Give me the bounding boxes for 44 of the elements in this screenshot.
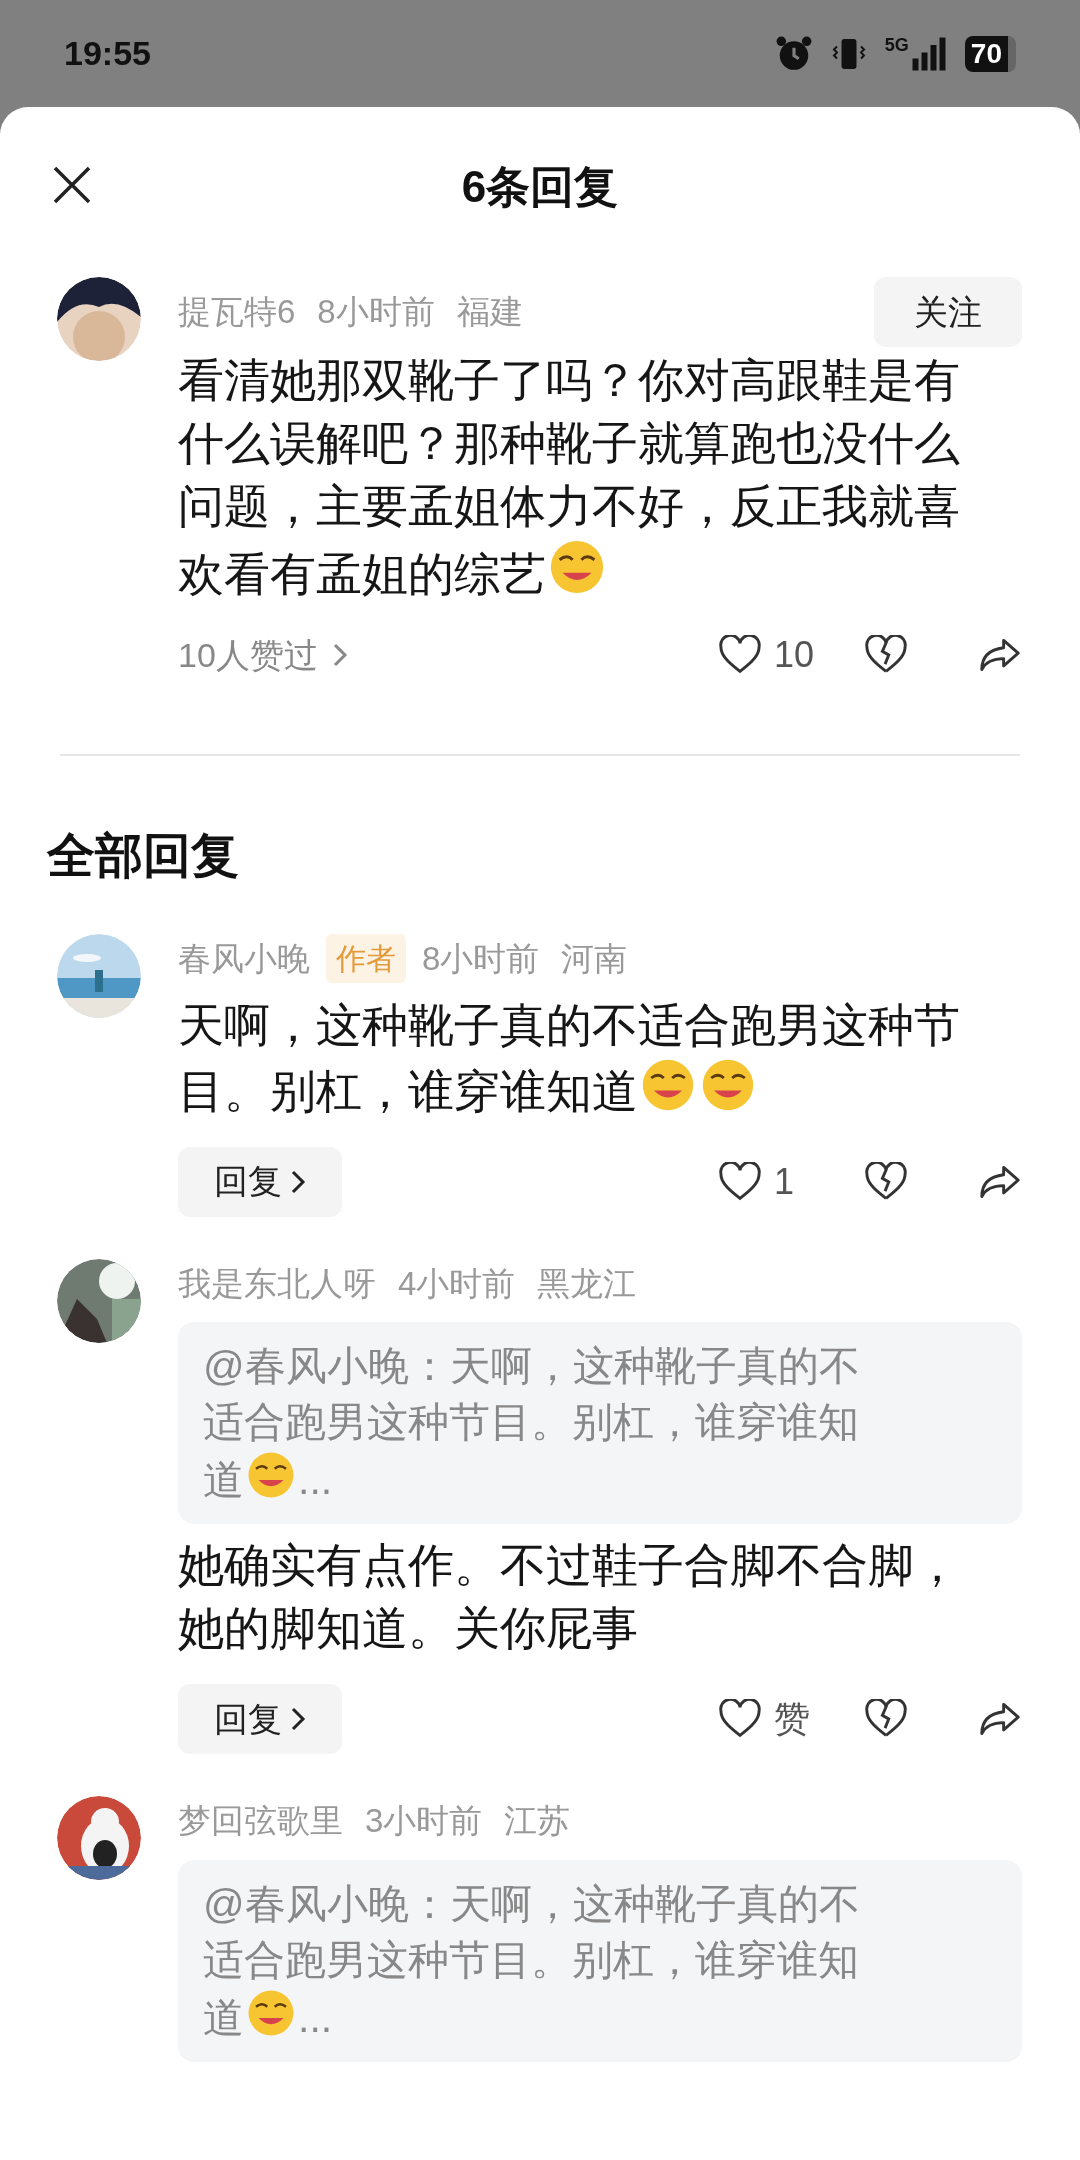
liked-by-link[interactable]: 10人赞过 — [178, 629, 348, 681]
username[interactable]: 梦回弦歌里 — [178, 1796, 343, 1846]
timestamp: 8小时前 — [317, 292, 435, 333]
follow-button[interactable]: 关注 — [874, 277, 1022, 347]
timestamp: 8小时前 — [422, 939, 540, 979]
heart-icon[interactable] — [718, 1161, 762, 1202]
battery-indicator: 70 — [964, 35, 1016, 72]
chevron-right-icon — [290, 1706, 306, 1732]
alarm-icon — [774, 34, 813, 73]
network-label: 5G — [884, 35, 909, 54]
heart-icon[interactable] — [718, 635, 762, 675]
heart-icon[interactable] — [718, 1699, 762, 1739]
timestamp: 4小时前 — [398, 1263, 516, 1304]
broken-heart-icon[interactable] — [864, 1161, 908, 1202]
author-badge: 作者 — [326, 934, 406, 984]
emoji-icon — [548, 538, 606, 596]
close-icon[interactable] — [52, 165, 92, 205]
username[interactable]: 春风小晚 — [178, 934, 310, 984]
sheet-title: 6条回复 — [461, 161, 619, 213]
reply-button[interactable]: 回复 — [178, 1684, 342, 1754]
location: 黑龙江 — [537, 1263, 637, 1304]
comment-text: 天啊，这种靴子真的不适合跑男这种节目。别杠，谁穿谁知道 — [178, 997, 961, 1119]
quote-text: @春风小晚：天啊，这种靴子真的不适合跑男这种节目。别杠，谁穿谁知道 ... — [203, 1342, 861, 1505]
like-count: 赞 — [774, 1697, 811, 1741]
location: 江苏 — [504, 1801, 571, 1841]
location: 福建 — [456, 292, 523, 333]
timestamp: 3小时前 — [365, 1801, 483, 1841]
broken-heart-icon[interactable] — [864, 635, 908, 675]
username[interactable]: 提瓦特6 — [178, 287, 296, 337]
username[interactable]: 我是东北人呀 — [178, 1258, 376, 1308]
signal-icon — [910, 35, 947, 72]
broken-heart-icon[interactable] — [864, 1699, 908, 1739]
emoji-icon — [246, 1450, 296, 1500]
status-time: 19:55 — [64, 33, 151, 74]
comment-text: 她确实有点作。不过鞋子合脚不合脚，她的脚知道。关你屁事 — [178, 1538, 961, 1656]
location: 河南 — [561, 939, 628, 979]
reply-button[interactable]: 回复 — [178, 1146, 342, 1217]
comment-text: 看清她那双靴子了吗？你对高跟鞋是有什么误解吧？那种靴子就算跑也没什么问题，主要孟姐体力不好，反正我就喜欢看有孟姐的综艺 — [178, 353, 961, 602]
chevron-right-icon — [331, 642, 348, 668]
like-count: 10 — [774, 633, 816, 677]
quote-text: @春风小晚：天啊，这种靴子真的不适合跑男这种节目。别杠，谁穿谁知道 ... — [203, 1879, 861, 2043]
section-title: 全部回复 — [45, 828, 240, 884]
like-count: 1 — [774, 1159, 796, 1204]
chevron-right-icon — [290, 1168, 306, 1195]
